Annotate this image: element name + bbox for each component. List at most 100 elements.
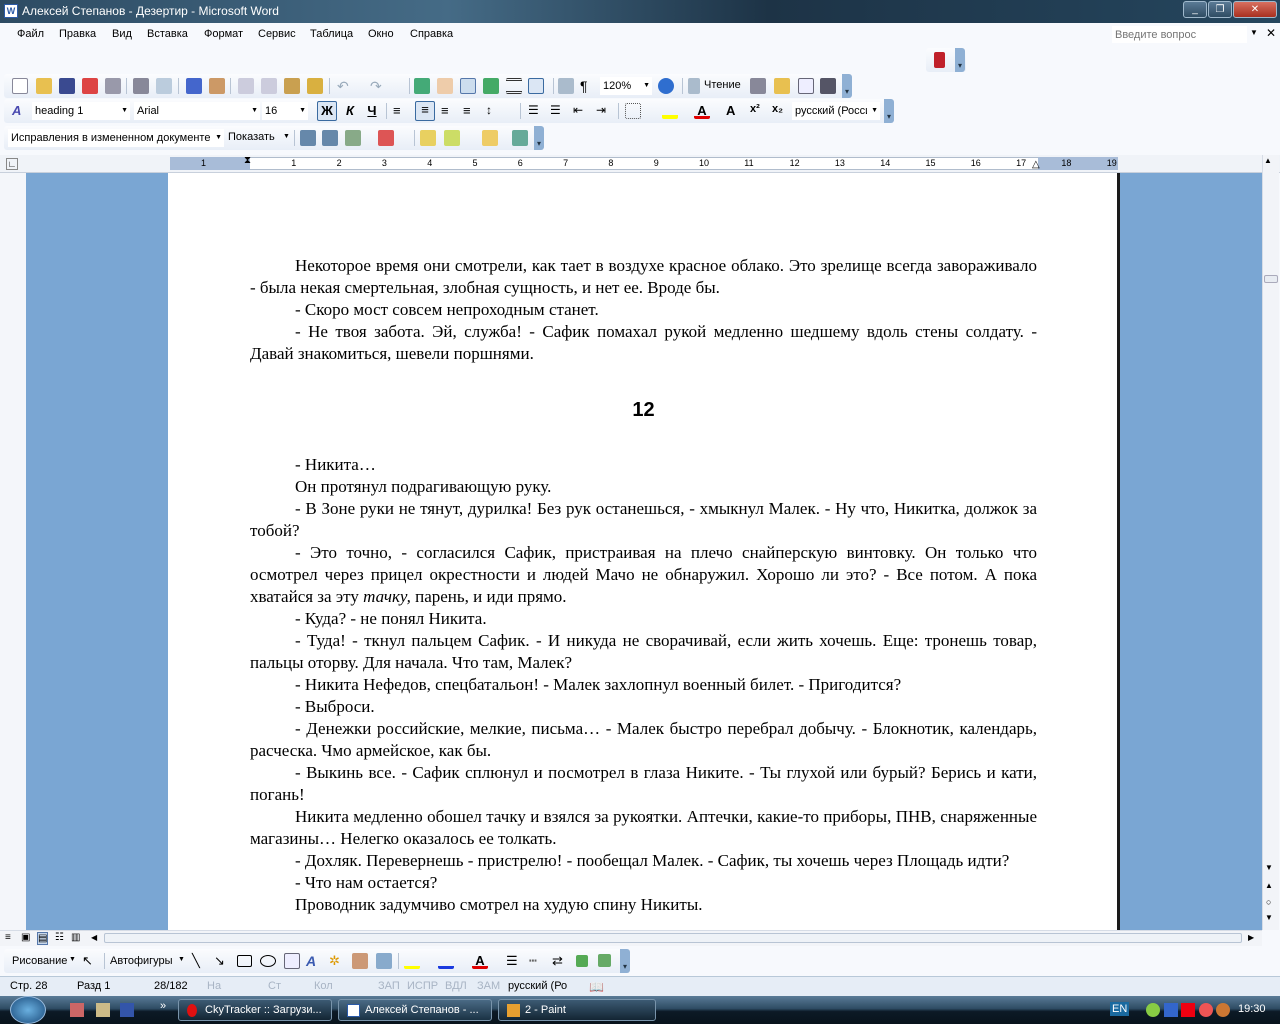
open-folder-icon[interactable] bbox=[36, 78, 52, 94]
styles-icon[interactable]: A bbox=[12, 103, 28, 119]
clip-art-icon[interactable] bbox=[352, 953, 368, 969]
justify-icon[interactable]: ≡ bbox=[463, 103, 479, 119]
columns-icon[interactable] bbox=[506, 78, 522, 94]
antivirus-tray-icon[interactable] bbox=[1181, 1003, 1195, 1017]
find-binoculars-icon[interactable] bbox=[820, 78, 836, 94]
tables-borders-icon[interactable] bbox=[437, 78, 453, 94]
red-book-icon[interactable] bbox=[934, 52, 945, 68]
grow-font-icon[interactable]: A bbox=[726, 103, 742, 119]
superscript-icon[interactable]: x² bbox=[750, 103, 766, 119]
status-language[interactable]: русский (Ро bbox=[508, 980, 567, 992]
minimize-button[interactable]: _ bbox=[1183, 1, 1207, 18]
reject-change-icon[interactable] bbox=[378, 130, 394, 146]
start-button[interactable] bbox=[10, 996, 46, 1024]
subscript-icon[interactable]: x₂ bbox=[772, 103, 788, 119]
align-left-icon[interactable]: ≡ bbox=[393, 103, 409, 119]
tray-icon[interactable] bbox=[1146, 1003, 1160, 1017]
previous-page-button[interactable]: ▲ bbox=[1265, 881, 1273, 890]
read-icon[interactable] bbox=[688, 78, 700, 94]
clock[interactable]: 19:30 bbox=[1238, 1003, 1266, 1015]
document-text[interactable]: Некоторое время они смотрели, как тает в… bbox=[250, 255, 1037, 916]
align-center-icon[interactable]: ≡ bbox=[415, 101, 435, 121]
toolbar-options-chevron[interactable]: ▾ bbox=[842, 74, 852, 98]
zoom-select[interactable]: 120% ▼ bbox=[600, 77, 652, 95]
horizontal-ruler[interactable]: ∟ 1 1 2 3 4 5 6 7 8 9 10 11 12 13 14 15 16 17 18 19 ⧗ △ bbox=[0, 155, 1280, 173]
menu-file[interactable]: Файл bbox=[17, 28, 44, 40]
read-button[interactable]: Чтение bbox=[704, 79, 741, 91]
print-preview-icon[interactable] bbox=[156, 78, 172, 94]
menu-table[interactable]: Таблица bbox=[310, 28, 353, 40]
select-browse-object-button[interactable]: ○ bbox=[1266, 897, 1271, 907]
wordart-icon[interactable]: A bbox=[306, 953, 322, 969]
restore-button[interactable]: ❐ bbox=[1208, 1, 1232, 18]
permission-icon[interactable] bbox=[82, 78, 98, 94]
show-formatting-icon[interactable]: ¶ bbox=[580, 78, 596, 94]
fill-color-icon[interactable] bbox=[404, 953, 420, 969]
word-app-icon[interactable]: W bbox=[4, 4, 18, 18]
status-extend[interactable]: ВДЛ bbox=[445, 980, 467, 992]
drawing-icon[interactable] bbox=[528, 78, 544, 94]
menu-insert[interactable]: Вставка bbox=[147, 28, 188, 40]
decrease-indent-icon[interactable]: ⇤ bbox=[573, 103, 589, 119]
new-document-icon[interactable] bbox=[12, 78, 28, 94]
insert-excel-icon[interactable] bbox=[483, 78, 499, 94]
help-question-input[interactable] bbox=[1112, 26, 1247, 43]
diagram-icon[interactable]: ✲ bbox=[329, 953, 345, 969]
print-layout-view-button[interactable]: ▤ bbox=[37, 932, 49, 945]
undo-icon[interactable]: ↶ bbox=[337, 78, 353, 94]
accept-change-icon[interactable] bbox=[345, 130, 361, 146]
reading-view-button[interactable]: ▥ bbox=[71, 932, 80, 943]
task-browser[interactable]: CkyTracker :: Загрузи... bbox=[178, 999, 332, 1021]
cut-icon[interactable] bbox=[238, 78, 254, 94]
status-overtype[interactable]: ЗАМ bbox=[477, 980, 500, 992]
drawing-menu-button[interactable]: Рисование bbox=[12, 955, 67, 967]
document-map-icon[interactable] bbox=[558, 78, 574, 94]
toolbar-options-chevron[interactable]: ▾ bbox=[884, 99, 894, 123]
format-painter-icon[interactable] bbox=[307, 78, 323, 94]
right-indent-marker[interactable]: △ bbox=[1032, 159, 1040, 170]
shadow-style-icon[interactable] bbox=[576, 955, 588, 967]
network-tray-icon[interactable] bbox=[1164, 1003, 1178, 1017]
reviewing-pane-icon[interactable] bbox=[512, 130, 528, 146]
menu-format[interactable]: Формат bbox=[204, 28, 243, 40]
quicklaunch-icon[interactable] bbox=[70, 1003, 84, 1017]
task-word[interactable]: Алексей Степанов - ... bbox=[338, 999, 492, 1021]
tab-selector[interactable]: ∟ bbox=[6, 158, 18, 170]
picture-icon[interactable] bbox=[376, 953, 392, 969]
language-select[interactable]: русский (Росси ▼ bbox=[792, 102, 880, 120]
bold-button[interactable]: Ж bbox=[317, 101, 337, 121]
line-color-icon[interactable] bbox=[438, 953, 454, 969]
show-menu-button[interactable]: Показать bbox=[228, 131, 275, 143]
track-changes-icon[interactable] bbox=[482, 130, 498, 146]
select-objects-icon[interactable]: ↖ bbox=[82, 953, 98, 969]
rectangle-icon[interactable] bbox=[237, 955, 252, 967]
text-box-icon[interactable] bbox=[284, 953, 300, 969]
horizontal-scroll-thumb[interactable] bbox=[104, 933, 1242, 943]
toolbar-options-chevron[interactable]: ▾ bbox=[534, 126, 544, 150]
next-change-icon[interactable] bbox=[322, 130, 338, 146]
underline-button[interactable]: Ч bbox=[364, 103, 380, 119]
first-line-indent-marker[interactable]: ⧗ bbox=[244, 155, 251, 166]
track-changes-display-select[interactable]: Исправления в измененном документе ▼ bbox=[8, 129, 224, 147]
paste-icon[interactable] bbox=[284, 78, 300, 94]
hyperlink-icon[interactable] bbox=[414, 78, 430, 94]
horizontal-scrollbar[interactable]: ≡ ▣ ▤ ☷ ▥ ◀ ▶ bbox=[0, 930, 1262, 946]
arrow-style-icon[interactable]: ⇄ bbox=[552, 953, 568, 969]
scroll-left-arrow[interactable]: ◀ bbox=[91, 933, 97, 942]
print-icon-2[interactable] bbox=[750, 78, 766, 94]
next-page-button[interactable]: ▼ bbox=[1265, 913, 1273, 922]
scroll-thumb[interactable] bbox=[1264, 275, 1278, 283]
line-spacing-icon[interactable]: ↕ bbox=[486, 103, 502, 119]
redo-icon[interactable]: ↷ bbox=[370, 78, 386, 94]
copy-icon[interactable] bbox=[261, 78, 277, 94]
line-style-icon[interactable]: ☰ bbox=[506, 953, 522, 969]
previous-change-icon[interactable] bbox=[300, 130, 316, 146]
increase-indent-icon[interactable]: ⇥ bbox=[596, 103, 612, 119]
borders-icon[interactable] bbox=[625, 103, 641, 119]
oval-icon[interactable] bbox=[260, 955, 276, 967]
highlight-icon[interactable] bbox=[662, 103, 678, 119]
scroll-right-arrow[interactable]: ▶ bbox=[1248, 933, 1254, 942]
spelling-icon[interactable] bbox=[186, 78, 202, 94]
line-icon[interactable]: ╲ bbox=[192, 953, 208, 969]
print-icon[interactable] bbox=[133, 78, 149, 94]
